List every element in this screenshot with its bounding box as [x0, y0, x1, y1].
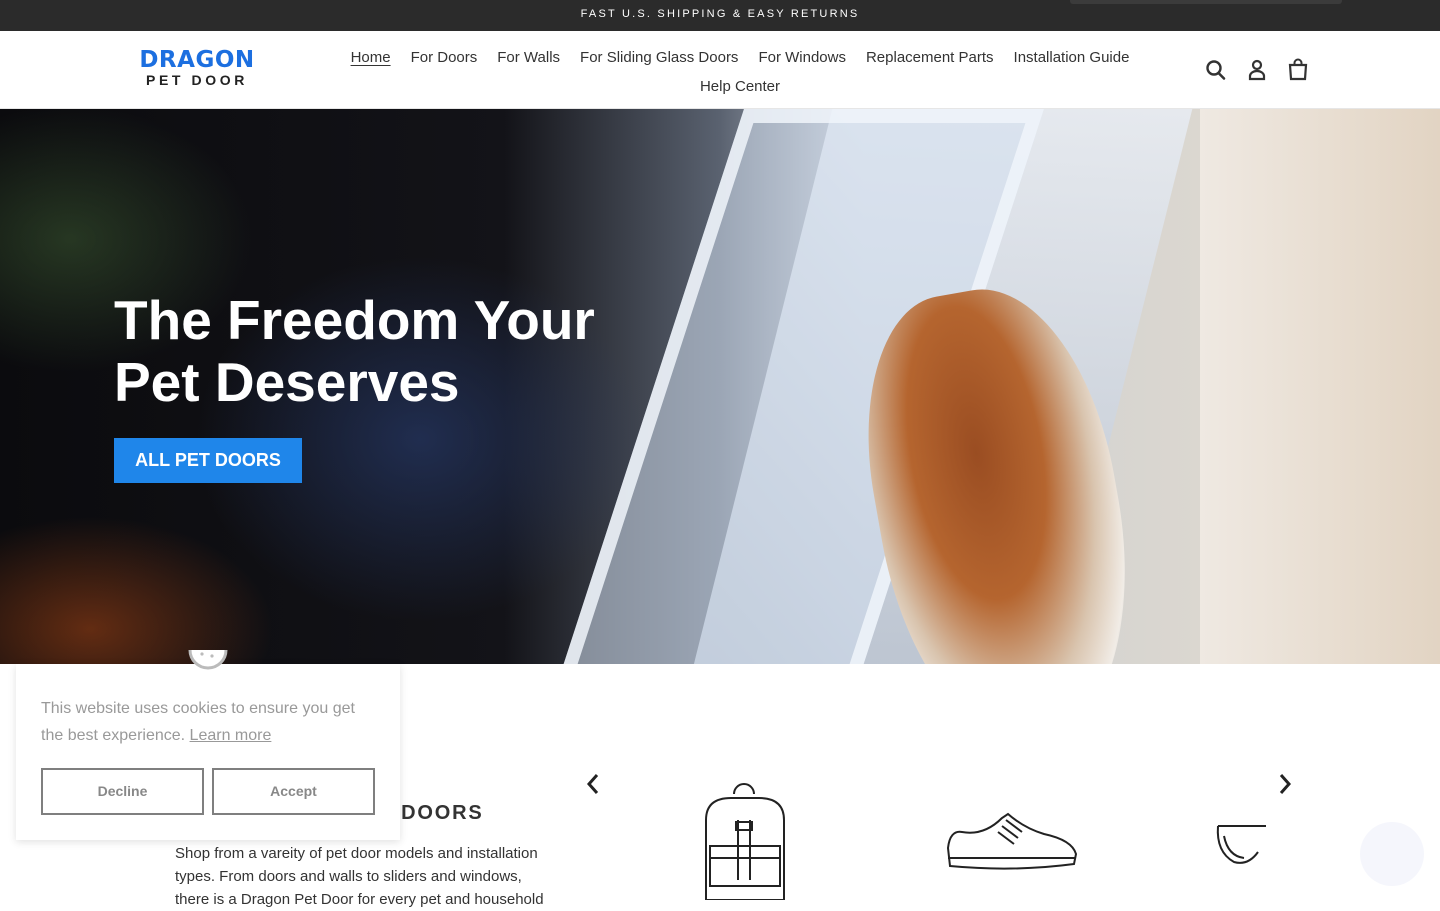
sunglasses-icon[interactable] — [1214, 822, 1266, 873]
sneaker-icon[interactable] — [944, 810, 1080, 881]
carousel-prev-arrow[interactable] — [584, 770, 604, 798]
nav-for-sliding-glass-doors[interactable]: For Sliding Glass Doors — [580, 43, 738, 72]
nav-installation-guide[interactable]: Installation Guide — [1014, 43, 1130, 72]
nav-for-doors[interactable]: For Doors — [411, 43, 478, 72]
hero-title-line1: The Freedom Your — [114, 289, 595, 351]
nav-replacement-parts[interactable]: Replacement Parts — [866, 43, 994, 72]
hero-wall — [1200, 109, 1440, 664]
nav-for-windows[interactable]: For Windows — [758, 43, 846, 72]
announcement-overlay — [1070, 0, 1342, 4]
announcement-bar: FAST U.S. SHIPPING & EASY RETURNS — [0, 0, 1440, 31]
backpack-icon[interactable] — [686, 780, 804, 905]
all-pet-doors-button[interactable]: ALL PET DOORS — [114, 438, 302, 483]
header-icons — [1204, 57, 1310, 83]
nav-for-walls[interactable]: For Walls — [497, 43, 560, 72]
hero-banner: The Freedom Your Pet Deserves ALL PET DO… — [0, 109, 1440, 664]
cookie-accept-button[interactable]: Accept — [212, 768, 375, 815]
featured-text: Shop from a vareity of pet door models a… — [175, 845, 544, 908]
announcement-text: FAST U.S. SHIPPING & EASY RETURNS — [580, 8, 860, 20]
cart-icon[interactable] — [1286, 57, 1310, 83]
nav-help-center[interactable]: Help Center — [700, 72, 780, 101]
hero-title: The Freedom Your Pet Deserves — [114, 289, 734, 413]
cookie-decline-button[interactable]: Decline — [41, 768, 204, 815]
cookie-message: This website uses cookies to ensure you … — [41, 695, 371, 749]
site-header: DRAGON PET DOOR Home For Doors For Walls Fo… — [0, 31, 1440, 109]
logo[interactable]: DRAGON PET DOOR — [124, 49, 270, 89]
search-icon[interactable] — [1204, 57, 1228, 83]
cookie-icon — [188, 649, 228, 680]
nav-home[interactable]: Home — [351, 43, 391, 72]
carousel-next-arrow[interactable] — [1274, 770, 1294, 798]
account-icon[interactable] — [1245, 57, 1269, 83]
cookie-learn-more-link[interactable]: Learn more — [190, 727, 272, 744]
logo-line1: DRAGON — [139, 47, 255, 73]
cookie-banner: This website uses cookies to ensure you … — [16, 649, 400, 840]
main-nav: Home For Doors For Walls For Sliding Glass … — [320, 43, 1160, 101]
chat-widget-button[interactable] — [1360, 822, 1424, 886]
hero-title-line2: Pet Deserves — [114, 351, 460, 413]
logo-line2: PET DOOR — [146, 72, 248, 88]
